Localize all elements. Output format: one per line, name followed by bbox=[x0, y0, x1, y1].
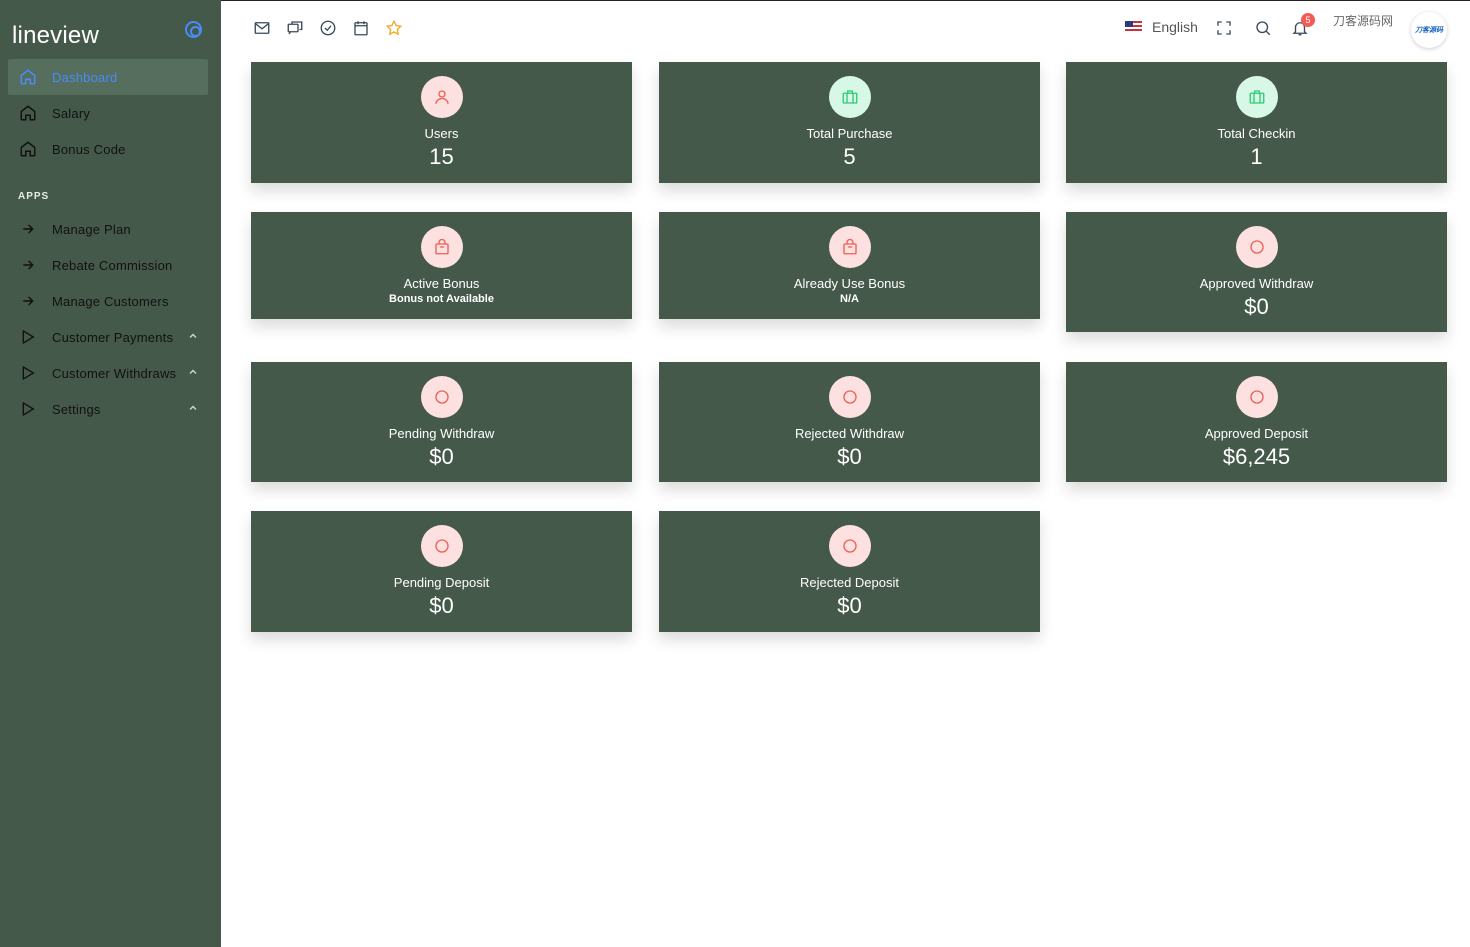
sidebar-item-manage-customers[interactable]: Manage Customers bbox=[8, 283, 208, 319]
sidebar-item-label: Salary bbox=[52, 105, 91, 121]
chevron-up-icon[interactable] bbox=[188, 367, 198, 377]
sidebar-item-label: Bonus Code bbox=[52, 141, 126, 157]
briefcase-icon bbox=[829, 76, 871, 118]
sidebar-item-label: Rebate Commission bbox=[52, 257, 173, 273]
chat-icon[interactable] bbox=[285, 18, 305, 38]
language-label: English bbox=[1152, 19, 1198, 35]
card-label: Total Checkin bbox=[1217, 126, 1296, 141]
card-label: Rejected Withdraw bbox=[794, 426, 905, 441]
mail-icon[interactable] bbox=[252, 18, 272, 38]
sidebar-toggle-icon[interactable] bbox=[185, 21, 202, 38]
home-icon bbox=[18, 139, 38, 159]
topbar: English 5 刀客源码网 刀客源码 bbox=[221, 0, 1470, 56]
card-value: 15 bbox=[429, 144, 454, 169]
sidebar-item-rebate-commission[interactable]: Rebate Commission bbox=[8, 247, 208, 283]
sidebar-item-label: Manage Plan bbox=[52, 221, 131, 237]
sidebar: lineview Dashboard Salary Bonus Code APP… bbox=[0, 0, 221, 947]
apps-section-title: APPS bbox=[18, 191, 50, 202]
card-value: 5 bbox=[843, 144, 856, 169]
card-label: Approved Deposit bbox=[1204, 426, 1309, 441]
us-flag-icon bbox=[1125, 21, 1142, 33]
card-subtext: Bonus not Available bbox=[389, 293, 494, 305]
card-value: $0 bbox=[429, 593, 454, 618]
circle-icon bbox=[829, 376, 871, 418]
stat-card-users: Users 15 bbox=[251, 62, 632, 183]
card-label: Users bbox=[424, 126, 459, 141]
card-value: $0 bbox=[837, 444, 862, 469]
user-icon bbox=[421, 76, 463, 118]
calendar-icon[interactable] bbox=[351, 18, 371, 38]
stat-card-already-use-bonus: Already Use Bonus N/A bbox=[659, 212, 1040, 319]
card-label: Pending Deposit bbox=[393, 575, 490, 590]
search-icon[interactable] bbox=[1253, 18, 1273, 38]
sidebar-item-label: Dashboard bbox=[52, 69, 118, 85]
sidebar-item-bonus-code[interactable]: Bonus Code bbox=[8, 131, 208, 167]
watermark-text: 刀客源码网 bbox=[1333, 14, 1394, 28]
play-icon bbox=[18, 327, 38, 347]
check-circle-icon[interactable] bbox=[318, 18, 338, 38]
card-value: 1 bbox=[1250, 144, 1263, 169]
card-label: Pending Withdraw bbox=[388, 426, 495, 441]
fullscreen-icon[interactable] bbox=[1214, 18, 1234, 38]
card-label: Already Use Bonus bbox=[793, 276, 906, 291]
language-selector[interactable]: English bbox=[1125, 19, 1198, 35]
chevron-up-icon[interactable] bbox=[188, 331, 198, 341]
avatar-logo-text: 刀客源码 bbox=[1415, 27, 1443, 34]
sidebar-item-label: Customer Payments bbox=[52, 329, 174, 345]
card-label: Rejected Deposit bbox=[800, 575, 899, 590]
play-icon bbox=[18, 399, 38, 419]
sidebar-item-salary[interactable]: Salary bbox=[8, 95, 208, 131]
sidebar-item-manage-plan[interactable]: Manage Plan bbox=[8, 211, 208, 247]
sidebar-item-label: Manage Customers bbox=[52, 293, 169, 309]
card-value: $0 bbox=[429, 444, 454, 469]
card-value: $6,245 bbox=[1222, 444, 1291, 469]
stat-card-approved-withdraw: Approved Withdraw $0 bbox=[1066, 212, 1447, 332]
arrow-right-icon bbox=[18, 219, 38, 239]
card-value: $0 bbox=[837, 593, 862, 618]
circle-icon bbox=[1236, 226, 1278, 268]
card-label: Active Bonus bbox=[403, 276, 480, 291]
card-label: Approved Withdraw bbox=[1199, 276, 1314, 291]
stat-card-rejected-deposit: Rejected Deposit $0 bbox=[659, 511, 1040, 632]
star-icon[interactable] bbox=[384, 18, 404, 38]
sidebar-item-customer-payments[interactable]: Customer Payments bbox=[8, 319, 208, 355]
arrow-right-icon bbox=[18, 291, 38, 311]
card-value: $0 bbox=[1244, 294, 1269, 319]
card-label: Total Purchase bbox=[806, 126, 893, 141]
brand-logo[interactable]: lineview bbox=[12, 22, 99, 50]
stat-card-total-purchase: Total Purchase 5 bbox=[659, 62, 1040, 183]
sidebar-item-label: Customer Withdraws bbox=[52, 365, 177, 381]
stat-card-approved-deposit: Approved Deposit $6,245 bbox=[1066, 362, 1447, 482]
notification-badge: 5 bbox=[1301, 13, 1315, 27]
avatar[interactable]: 刀客源码 bbox=[1411, 12, 1447, 48]
chevron-up-icon[interactable] bbox=[188, 403, 198, 413]
stat-card-pending-withdraw: Pending Withdraw $0 bbox=[251, 362, 632, 482]
sidebar-item-dashboard[interactable]: Dashboard bbox=[8, 59, 208, 95]
circle-icon bbox=[421, 525, 463, 567]
home-icon bbox=[18, 67, 38, 87]
stat-card-active-bonus: Active Bonus Bonus not Available bbox=[251, 212, 632, 319]
play-icon bbox=[18, 363, 38, 383]
sidebar-item-label: Settings bbox=[52, 401, 101, 417]
shopping-bag-icon bbox=[421, 226, 463, 268]
circle-icon bbox=[829, 525, 871, 567]
circle-icon bbox=[1236, 376, 1278, 418]
shopping-bag-icon bbox=[829, 226, 871, 268]
stat-card-pending-deposit: Pending Deposit $0 bbox=[251, 511, 632, 632]
sidebar-item-customer-withdraws[interactable]: Customer Withdraws bbox=[8, 355, 208, 391]
sidebar-item-settings[interactable]: Settings bbox=[8, 391, 208, 427]
arrow-right-icon bbox=[18, 255, 38, 275]
card-subtext: N/A bbox=[840, 293, 859, 305]
circle-icon bbox=[421, 376, 463, 418]
home-icon bbox=[18, 103, 38, 123]
briefcase-icon bbox=[1236, 76, 1278, 118]
stat-card-rejected-withdraw: Rejected Withdraw $0 bbox=[659, 362, 1040, 482]
stat-card-total-checkin: Total Checkin 1 bbox=[1066, 62, 1447, 183]
